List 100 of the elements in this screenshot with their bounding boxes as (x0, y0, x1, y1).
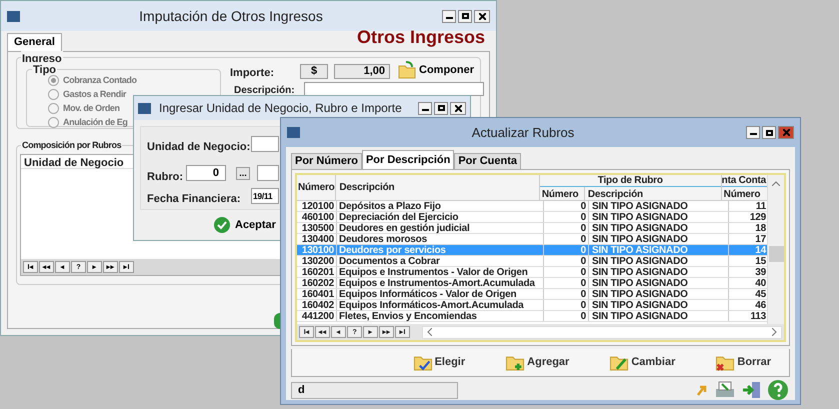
table-cell: 0 (544, 300, 589, 310)
category-number-field[interactable]: 0 (186, 165, 226, 181)
table-cell: 160202 (297, 278, 337, 288)
minimize-button[interactable] (418, 102, 432, 114)
table-cell: 0 (544, 201, 589, 211)
tab[interactable]: Por Número (291, 153, 362, 169)
table-cell: 460100 (297, 212, 337, 222)
table-cell: Deudores morosos (337, 234, 544, 244)
horizontal-scrollbar[interactable] (422, 326, 782, 338)
table-cell: SIN TIPO ASIGNADO (589, 256, 729, 266)
table-cell: 130200 (297, 256, 337, 266)
app-logo-icon (287, 127, 300, 138)
table-cell: 0 (544, 212, 589, 222)
lookup-button[interactable]: ... (236, 167, 250, 180)
table-cell: SIN TIPO ASIGNADO (589, 278, 729, 288)
column-group-header: Tipo de Rubro (540, 175, 721, 187)
app-logo-icon (138, 102, 151, 114)
description-field[interactable] (304, 82, 484, 96)
table-cell-text: 45 (754, 289, 767, 299)
table-row[interactable]: 160402 Equipos Informáticos-Amort.Acumulada 0 SIN TIPO ASIGNADO 46 (297, 300, 767, 311)
action-button[interactable]: Elegir (412, 354, 466, 371)
table-cell: 0 (544, 267, 589, 277)
page-heading: Otros Ingresos (356, 26, 485, 49)
table-cell: 120100 (297, 201, 337, 211)
column-header: Descripción (586, 188, 644, 202)
table-cell: Documentos a Cobrar (337, 256, 544, 266)
column-header: Unidad de Negocio (23, 156, 125, 168)
table-cell: 160401 (297, 289, 337, 299)
field-label: Descripción: (234, 84, 295, 98)
return-arrow-icon (696, 383, 708, 397)
field-label: Unidad de Negocio: (147, 140, 250, 155)
help-icon (768, 380, 788, 400)
action-button[interactable]: Agregar (505, 354, 570, 371)
field-label: Fecha Financiera: (147, 192, 241, 207)
table-row[interactable]: 160401 Equipos Informáticos - Valor de Origen 0 SIN TIPO ASIGNADO 45 (297, 289, 767, 300)
maximize-button[interactable] (434, 102, 448, 114)
folder-check-icon (412, 354, 433, 371)
date-field[interactable]: 19/11 (251, 188, 279, 204)
table-cell-text: 15 (754, 256, 767, 266)
table-row[interactable]: 460100 Depreciación del Ejercicio 0 SIN TIPO ASIGNADO 129 (297, 212, 767, 223)
scrollbar-thumb[interactable] (768, 246, 784, 262)
table-row[interactable]: 441200 Fletes, Envios y Encomiendas 0 SIN TIPO ASIGNADO 113 (297, 311, 767, 322)
table-cell: SIN TIPO ASIGNADO (589, 300, 729, 310)
table-cell: 0 (544, 256, 589, 266)
table-row[interactable]: 130500 Deudores en gestión judicial 0 SIN TIPO ASIGNADO 18 (297, 223, 767, 234)
minimize-button[interactable] (746, 126, 760, 139)
table-row[interactable]: 160201 Equipos e Instrumentos - Valor de Origen 0 SIN TIPO ASIGNADO 39 (297, 267, 767, 278)
table-cell: SIN TIPO ASIGNADO (589, 245, 729, 255)
accept-button[interactable]: Aceptar (214, 217, 276, 234)
table-row[interactable]: 130200 Documentos a Cobrar 0 SIN TIPO ASIGNADO 15 (297, 256, 767, 267)
close-icon (478, 12, 486, 20)
window-title: Imputación de Otros Ingresos (138, 6, 324, 26)
vertical-scrollbar[interactable] (767, 175, 784, 324)
folder-icon (398, 61, 416, 79)
action-button[interactable]: Cambiar (609, 354, 676, 371)
table-cell: SIN TIPO ASIGNADO (589, 267, 729, 277)
close-button[interactable] (778, 126, 794, 139)
maximize-button[interactable] (458, 10, 472, 22)
category-name-field[interactable] (257, 165, 279, 181)
maximize-button[interactable] (762, 126, 776, 139)
table-cell: SIN TIPO ASIGNADO (589, 223, 729, 233)
tab[interactable]: Por Descripción (362, 150, 454, 169)
tab[interactable]: General (7, 33, 62, 51)
close-button[interactable] (450, 102, 466, 114)
compose-button[interactable]: Componer (398, 61, 474, 79)
table-cell: Depreciación del Ejercicio (337, 212, 544, 222)
action-button[interactable]: Borrar (715, 354, 771, 371)
app-logo-icon (7, 10, 20, 22)
minimize-button[interactable] (442, 10, 456, 22)
folder-plus-icon (505, 354, 526, 371)
close-icon (782, 129, 790, 136)
column-header: Descripción (336, 175, 540, 200)
currency-field: $ (300, 64, 328, 79)
table-cell: Equipos e Instrumentos-Amort.Acumulada (337, 278, 544, 288)
table-cell: Equipos e Instrumentos - Valor de Origen (337, 267, 544, 277)
table-cell-text: 39 (754, 267, 767, 277)
table-row[interactable]: 160202 Equipos e Instrumentos-Amort.Acumulada 0 SIN TIPO ASIGNADO 40 (297, 278, 767, 289)
table-cell: Deudores por servicios (337, 245, 544, 255)
table-cell-text: 46 (754, 300, 767, 310)
business-unit-field[interactable] (251, 136, 279, 152)
group-title: Tipo (32, 62, 58, 78)
table-cell: SIN TIPO ASIGNADO (589, 234, 729, 244)
close-button[interactable] (474, 10, 490, 22)
table-row[interactable]: 120100 Depósitos a Plazo Fijo 0 SIN TIPO ASIGNADO 11 (297, 201, 767, 212)
column-header: Número (722, 188, 762, 202)
tab[interactable]: Por Cuenta (454, 153, 522, 169)
close-icon (454, 104, 462, 112)
table-cell: 130100 (297, 245, 337, 255)
exit-door-icon (742, 380, 762, 400)
table-cell-text: 18 (754, 223, 767, 233)
table-cell: SIN TIPO ASIGNADO (589, 289, 729, 299)
column-header: Número (540, 187, 585, 202)
radio-label: Gastos a Rendir (63, 88, 126, 101)
folder-cross-icon (715, 354, 736, 371)
field-label: Rubro: (147, 170, 184, 185)
scroll-left-icon (427, 328, 432, 336)
table-cell-text: 113 (749, 311, 767, 321)
search-field[interactable]: d (291, 382, 458, 398)
table-cell: 160201 (297, 267, 337, 277)
window-title: Ingresar Unidad de Negocio, Rubro e Importe (159, 100, 403, 117)
